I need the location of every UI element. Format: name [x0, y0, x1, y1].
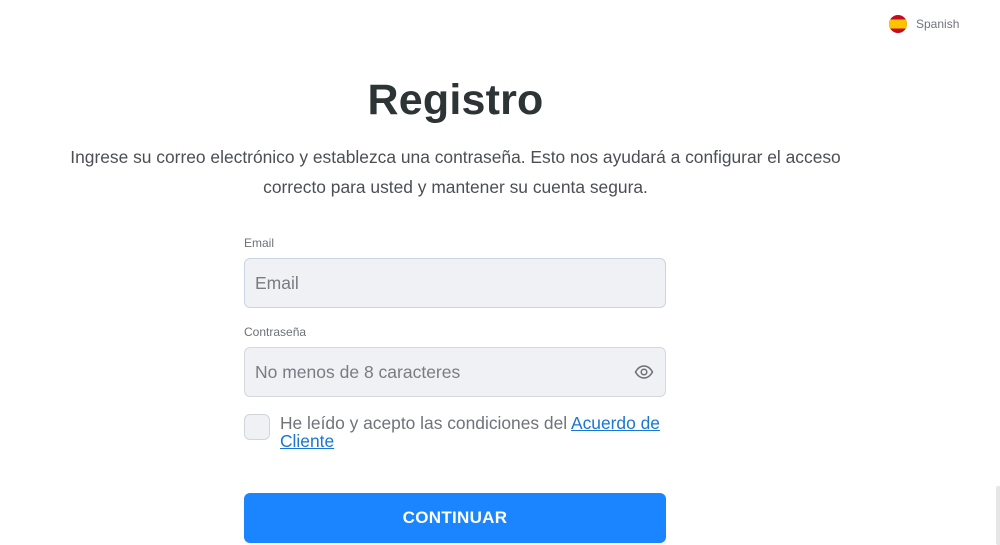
agreement-checkbox[interactable] — [244, 414, 270, 440]
language-label: Spanish — [916, 17, 960, 31]
agreement-label: He leído y acepto las condiciones del — [280, 413, 571, 433]
email-field[interactable] — [245, 259, 665, 307]
password-field[interactable] — [245, 348, 665, 396]
password-label: Contraseña — [244, 325, 307, 339]
page-title: Registro — [367, 76, 544, 124]
scrollbar-thumb[interactable] — [996, 486, 1000, 545]
agreement-row: He leído y acepto las condiciones del Ac… — [244, 413, 666, 450]
email-label: Email — [244, 236, 275, 250]
email-field-wrapper — [244, 258, 666, 308]
password-field-wrapper — [244, 347, 666, 397]
eye-icon[interactable] — [634, 364, 654, 380]
registration-page: Spanish Registro Ingrese su correo elect… — [0, 0, 1000, 545]
language-selector[interactable]: Spanish — [889, 15, 959, 33]
continue-button[interactable]: CONTINUAR — [244, 493, 666, 543]
spain-flag-icon — [889, 15, 907, 33]
agreement-text: He leído y acepto las condiciones del Ac… — [280, 413, 666, 450]
registration-form: Email Contraseña He leído y acepto las c… — [244, 236, 666, 543]
page-description: Ingrese su correo electrónico y establez… — [70, 147, 841, 197]
